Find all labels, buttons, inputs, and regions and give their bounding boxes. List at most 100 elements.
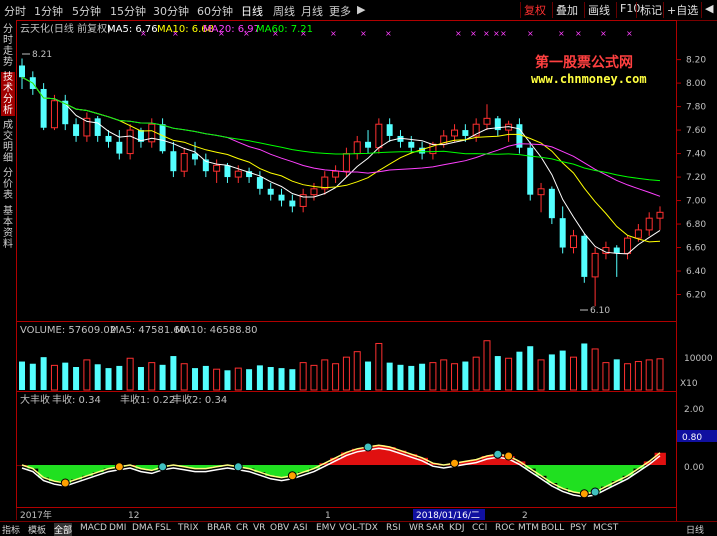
candle-body — [656, 211, 664, 219]
candle-body — [591, 252, 599, 278]
volume-bar — [365, 361, 372, 390]
indicator-tab-24[interactable]: MCST — [593, 523, 618, 533]
candle-body — [375, 123, 383, 149]
volume-bar — [342, 356, 350, 391]
candle-body — [126, 129, 134, 155]
indicator-tab-6[interactable]: FSL — [155, 523, 171, 533]
volume-label: VOLUME: 57609.02 — [20, 325, 116, 336]
period-indicator[interactable]: 日线 — [686, 523, 704, 536]
volume-bar — [591, 348, 599, 391]
indicator-tab-16[interactable]: WR — [409, 523, 424, 533]
indicator-tab-3[interactable]: MACD — [80, 523, 107, 533]
indicator-tab-12[interactable]: ASI — [293, 523, 308, 533]
event-marker-icon[interactable]: × — [470, 29, 477, 38]
indicator-tab-22[interactable]: BOLL — [541, 523, 564, 533]
candle-body — [462, 130, 469, 136]
indicator-value-3: 丰收2: 0.34 — [172, 393, 227, 406]
indicator-tab-19[interactable]: CCI — [472, 523, 487, 533]
candle-body — [386, 124, 393, 136]
indicator-bar — [276, 465, 288, 478]
volume-bar — [429, 362, 437, 391]
event-marker-icon[interactable]: × — [527, 29, 534, 38]
indicator-value-2: 丰收1: 0.22 — [120, 393, 175, 406]
event-marker-icon[interactable]: × — [455, 29, 462, 38]
event-marker-icon[interactable]: × — [575, 29, 582, 38]
indicator-tab-4[interactable]: DMI — [109, 523, 126, 533]
indicator-tab-8[interactable]: BRAR — [207, 523, 231, 533]
event-marker-icon[interactable]: × — [483, 29, 490, 38]
candle-body — [256, 177, 263, 189]
price-axis-label: 7.80 — [686, 103, 706, 113]
candle-body — [483, 117, 491, 125]
volume-bar — [462, 361, 469, 390]
indicator-tab-1[interactable]: 模板 — [28, 523, 46, 536]
time-label-feb: 2 — [522, 511, 528, 521]
indicator-bar — [600, 465, 612, 487]
volume-bar — [170, 356, 177, 390]
candle-body — [332, 170, 340, 178]
indicator-tab-5[interactable]: DMA — [132, 523, 153, 533]
price-axis-label: 7.60 — [686, 126, 706, 136]
volume-bar — [527, 346, 534, 390]
indicator-tab-0[interactable]: 指标 — [2, 523, 20, 536]
event-marker-icon[interactable]: × — [385, 29, 392, 38]
price-axis: 8.20 8.00 7.80 7.60 7.40 7.20 7.00 6.80 6.60 6.40… — [686, 56, 706, 301]
indicator-tab-18[interactable]: KDJ — [449, 523, 465, 533]
buy-signal-icon — [450, 458, 460, 468]
indicator-tab-7[interactable]: TRIX — [178, 523, 199, 533]
candle-body — [581, 235, 588, 277]
indicator-tab-20[interactable]: ROC — [495, 523, 515, 533]
candle-body — [289, 200, 296, 207]
volume-bar — [62, 362, 69, 390]
event-marker-icon[interactable]: × — [600, 29, 607, 38]
volume-bar — [537, 359, 545, 391]
price-axis-label: 8.20 — [686, 56, 706, 66]
candle-body — [278, 194, 285, 201]
buy-signal-icon — [504, 451, 514, 461]
indicator-bar — [568, 465, 580, 492]
indicator-tab-15[interactable]: RSI — [386, 523, 401, 533]
indicator-tab-17[interactable]: SAR — [426, 523, 444, 533]
event-marker-icon[interactable]: × — [360, 29, 367, 38]
sell-signal-icon — [158, 462, 168, 472]
volume-bar — [256, 365, 263, 390]
indicator-tab-bar: 指标 模板 全部 MACD DMI DMA FSL TRIX BRAR CR VR OBV ASI EMV… — [0, 521, 717, 536]
candle-body — [342, 153, 350, 172]
volume-bar — [116, 365, 123, 390]
volume-bar — [83, 359, 91, 391]
volume-bar — [148, 362, 156, 391]
volume-bar — [451, 363, 459, 391]
event-marker-icon[interactable]: × — [558, 29, 565, 38]
volume-bar — [353, 351, 361, 391]
indicator-tab-2[interactable]: 全部 — [54, 523, 73, 536]
price-axis-label: 6.60 — [686, 244, 706, 254]
event-marker-icon[interactable]: × — [626, 29, 633, 38]
price-axis-label: 6.20 — [686, 291, 706, 301]
event-marker-icon[interactable]: × — [493, 29, 500, 38]
volume-bar — [440, 359, 448, 391]
indicator-tab-10[interactable]: VR — [253, 523, 265, 533]
volume-bar — [94, 364, 101, 390]
watermark-title: 第一股票公式网 — [535, 55, 633, 71]
indicator-tab-14[interactable]: VOL-TDX — [339, 523, 378, 533]
indicator-tab-21[interactable]: MTM — [518, 523, 539, 533]
candle-body — [94, 118, 101, 136]
indicator-tab-23[interactable]: PSY — [570, 523, 587, 533]
candle-body — [180, 153, 188, 172]
buy-signal-icon — [287, 471, 297, 481]
volume-bar — [246, 369, 253, 390]
indicator-tab-11[interactable]: OBV — [270, 523, 289, 533]
event-marker-icon[interactable]: × — [330, 29, 337, 38]
indicator-tab-9[interactable]: CR — [236, 523, 249, 533]
candle-body — [170, 151, 177, 172]
ma10-line — [21, 76, 661, 243]
event-marker-icon[interactable]: × — [500, 29, 507, 38]
indicator-bar — [557, 465, 569, 489]
sell-signal-icon — [590, 487, 600, 497]
indicator-tab-13[interactable]: EMV — [316, 523, 336, 533]
candle-body — [537, 188, 545, 196]
volume-bar — [569, 356, 577, 391]
volume-bar — [386, 362, 393, 390]
low-price-label: 6.10 — [590, 306, 610, 316]
candle-body — [224, 165, 231, 178]
